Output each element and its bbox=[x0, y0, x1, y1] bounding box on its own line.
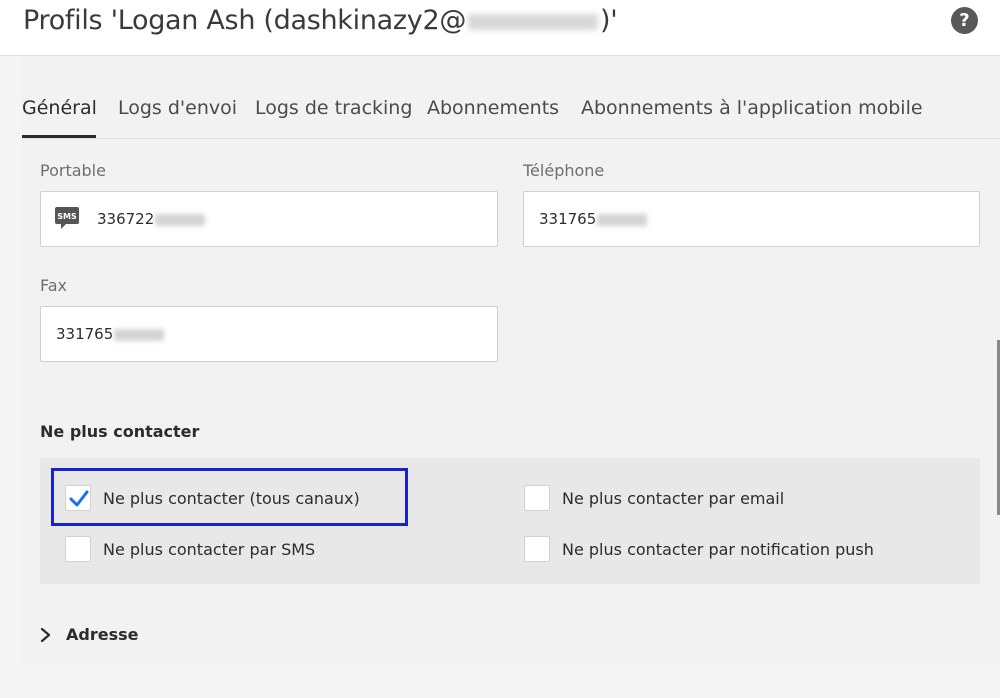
adresse-label: Adresse bbox=[66, 625, 139, 644]
fax-input[interactable]: 331765 bbox=[40, 306, 498, 362]
tab-logs-envoi[interactable]: Logs d'envoi bbox=[118, 97, 237, 119]
tab-bar: Général Logs d'envoi Logs de tracking Ab… bbox=[22, 57, 1000, 141]
portable-value: 336722 bbox=[97, 210, 155, 228]
tabs-divider bbox=[22, 138, 1000, 139]
no-contact-section-title: Ne plus contacter bbox=[40, 422, 200, 441]
checkmark-icon bbox=[69, 490, 89, 507]
adresse-section-toggle[interactable]: Adresse bbox=[40, 625, 138, 644]
checkbox-label: Ne plus contacter par SMS bbox=[103, 539, 316, 559]
sms-icon: SMS bbox=[55, 207, 79, 229]
title-prefix: Profils 'Logan Ash (dashkinazy2@ bbox=[23, 5, 467, 36]
no-contact-all-checkbox[interactable] bbox=[65, 485, 91, 511]
no-contact-email-checkbox[interactable] bbox=[524, 485, 550, 511]
checkbox-label: Ne plus contacter (tous canaux) bbox=[103, 488, 360, 508]
svg-text:SMS: SMS bbox=[57, 212, 77, 221]
tab-abonnements-mobile[interactable]: Abonnements à l'application mobile bbox=[581, 97, 923, 119]
checkbox-label: Ne plus contacter par email bbox=[562, 488, 785, 508]
no-contact-all-option[interactable]: Ne plus contacter (tous canaux) bbox=[65, 485, 360, 511]
window-header: Profils 'Logan Ash (dashkinazy2@ )' ? bbox=[0, 0, 1000, 56]
telephone-input[interactable]: 331765 bbox=[523, 191, 980, 247]
redacted-digits bbox=[114, 328, 165, 341]
no-contact-options: Ne plus contacter (tous canaux) Ne plus … bbox=[40, 458, 980, 584]
fax-label: Fax bbox=[40, 276, 68, 295]
fax-value: 331765 bbox=[56, 325, 114, 343]
no-contact-email-option[interactable]: Ne plus contacter par email bbox=[524, 485, 784, 511]
no-contact-sms-checkbox[interactable] bbox=[65, 536, 91, 562]
help-icon[interactable]: ? bbox=[951, 7, 978, 34]
redacted-digits bbox=[597, 213, 648, 226]
portable-input[interactable]: SMS 336722 bbox=[40, 191, 498, 247]
tab-abonnements[interactable]: Abonnements bbox=[427, 97, 559, 119]
no-contact-push-checkbox[interactable] bbox=[524, 536, 550, 562]
checkbox-label: Ne plus contacter par notification push bbox=[562, 539, 874, 559]
telephone-value: 331765 bbox=[539, 210, 597, 228]
footer-strip bbox=[0, 663, 1000, 698]
telephone-label: Téléphone bbox=[523, 161, 605, 180]
portable-label: Portable bbox=[40, 161, 106, 180]
tab-general[interactable]: Général bbox=[22, 97, 97, 119]
page-title: Profils 'Logan Ash (dashkinazy2@ )' bbox=[23, 5, 618, 36]
redacted-email bbox=[468, 13, 599, 30]
no-contact-push-option[interactable]: Ne plus contacter par notification push bbox=[524, 536, 874, 562]
redacted-digits bbox=[155, 213, 206, 226]
tab-logs-tracking[interactable]: Logs de tracking bbox=[255, 97, 412, 119]
title-suffix: )' bbox=[600, 5, 618, 36]
chevron-right-icon bbox=[40, 627, 51, 642]
no-contact-sms-option[interactable]: Ne plus contacter par SMS bbox=[65, 536, 315, 562]
